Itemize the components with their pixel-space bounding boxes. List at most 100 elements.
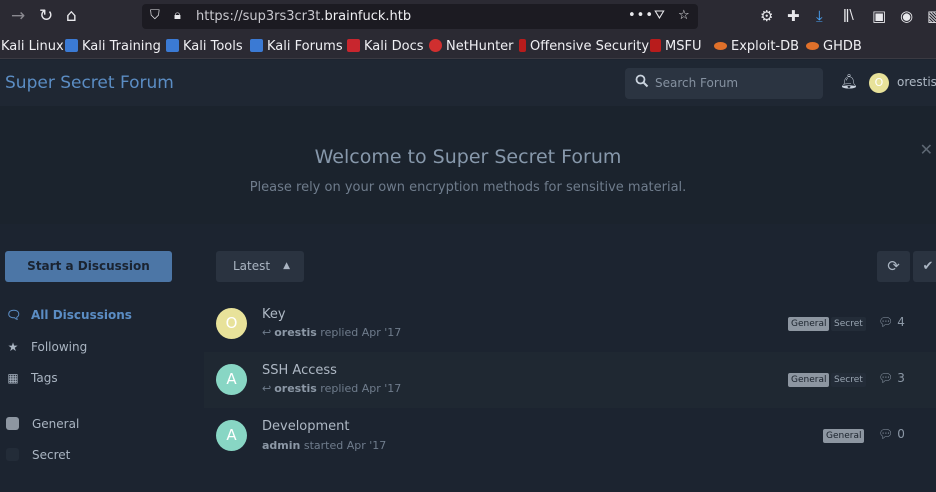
reload-icon[interactable]: ↻ (39, 5, 53, 27)
hero-title: Welcome to Super Secret Forum (314, 146, 622, 168)
avatar[interactable]: A (216, 364, 247, 395)
tag-color-swatch (6, 417, 19, 430)
bookmark-nethunter[interactable]: NetHunter (429, 38, 514, 55)
url-domain: brainfuck.htb (324, 9, 412, 24)
library-icon[interactable]: ǁ\ (843, 6, 854, 26)
url-text[interactable]: https://sup3rs3cr3t.brainfuck.htb (196, 8, 411, 25)
tag-badge-general[interactable]: General (788, 317, 830, 331)
tag-badge-general[interactable]: General (788, 373, 830, 387)
bookmark-star-icon[interactable]: ☆ (678, 7, 690, 25)
sidebar-item-following[interactable]: ★ Following (6, 339, 88, 355)
download-icon[interactable]: ⤓ (816, 6, 823, 26)
msfu-icon (650, 39, 661, 52)
reply-count-value: 0 (897, 427, 905, 441)
bookmark-label: NetHunter (446, 39, 514, 54)
reply-icon: ↩ (262, 382, 272, 395)
url-bar[interactable]: ⛉ 🔒︎ https://sup3rs3cr3t.brainfuck.htb •… (142, 4, 698, 29)
forum-title[interactable]: Super Secret Forum (5, 73, 174, 93)
sidebar-tag-secret[interactable]: Secret (6, 447, 70, 463)
bookmark-label: Kali Forums (267, 39, 343, 54)
tag-color-swatch (6, 448, 19, 461)
user-menu-name[interactable]: orestis (897, 75, 936, 89)
bookmark-label: Kali Docs (364, 39, 424, 54)
discussion-title[interactable]: Development (262, 419, 350, 434)
list-item[interactable]: A Development admin started Apr '17 Gene… (204, 408, 936, 464)
kali-dragon-icon (166, 39, 179, 52)
pocket-icon[interactable]: ⛛ (654, 7, 665, 25)
search-placeholder: Search Forum (655, 76, 739, 90)
reply-icon: ↩ (262, 326, 272, 339)
lock-icon[interactable]: 🔒︎ (174, 7, 181, 25)
avatar[interactable]: O (869, 73, 889, 93)
reply-count-value: 4 (897, 315, 905, 329)
reply-count: 💬︎ 3 (878, 371, 905, 385)
star-icon: ★ (7, 340, 19, 354)
back-icon[interactable]: ) (0, 5, 1, 27)
start-discussion-button[interactable]: Start a Discussion (5, 251, 172, 282)
tag-badge-secret[interactable]: Secret (831, 317, 866, 331)
discussion-meta: admin started Apr '17 (262, 439, 386, 452)
check-icon: ✔ (922, 259, 934, 274)
bookmark-kali-forums[interactable]: Kali Forums (250, 38, 343, 55)
sidebar-item-label: All Discussions (31, 308, 132, 322)
bell-icon[interactable]: 🔔︎ (840, 74, 858, 90)
discussion-author[interactable]: orestis (274, 382, 317, 395)
refresh-button[interactable]: ⟳ (877, 251, 910, 282)
page-actions-icon[interactable]: ••• (628, 7, 654, 25)
discussion-action: replied (320, 382, 359, 395)
gear-icon[interactable]: ⚙ (760, 6, 773, 26)
reply-count: 💬︎ 0 (878, 427, 905, 441)
extensions-icon[interactable]: ✚ (787, 6, 800, 26)
sort-caret-icon: ▲ (283, 261, 290, 271)
bookmark-msfu[interactable]: MSFU (650, 38, 701, 55)
sort-label: Latest (233, 259, 271, 273)
mark-all-read-button[interactable]: ✔ (913, 251, 936, 282)
discussion-title[interactable]: SSH Access (262, 363, 337, 378)
screenshot-icon[interactable]: ▧ (927, 6, 936, 26)
bookmark-kali-tools[interactable]: Kali Tools (166, 38, 243, 55)
kali-dragon-icon (65, 39, 78, 52)
search-input[interactable]: Search Forum (625, 68, 823, 99)
bookmark-label: Kali Tools (183, 39, 243, 54)
sidebar-item-label: Tags (31, 371, 58, 385)
bookmark-label: Exploit-DB (731, 39, 800, 54)
discussion-title[interactable]: Key (262, 307, 286, 322)
tag-badge-general[interactable]: General (823, 429, 865, 443)
discussion-date: Apr '17 (361, 326, 402, 339)
sort-dropdown[interactable]: Latest ▲ (216, 251, 304, 282)
bookmark-kali-linux[interactable]: Kali Linux (1, 38, 64, 55)
bookmark-label: Kali Linux (1, 39, 64, 54)
sidebar-item-all-discussions[interactable]: 🗨︎ All Discussions (6, 307, 132, 323)
kali-dragon-icon (250, 39, 263, 52)
refresh-icon: ⟳ (887, 257, 900, 275)
list-item[interactable]: O Key ↩ orestis replied Apr '17 General S… (204, 296, 936, 352)
offsec-icon (519, 39, 526, 52)
nethunter-icon (429, 39, 442, 52)
sidebar-tag-label: Secret (32, 448, 71, 462)
comment-bubble-icon: 💬︎ (878, 371, 894, 385)
tag-badge-secret[interactable]: Secret (831, 373, 866, 387)
bookmark-kali-training[interactable]: Kali Training (65, 38, 161, 55)
sidebar-icon[interactable]: ▣ (872, 6, 886, 26)
comment-bubble-icon: 💬︎ (878, 427, 894, 441)
avatar[interactable]: A (216, 420, 247, 451)
discussion-action: replied (320, 326, 359, 339)
bookmark-exploit-db[interactable]: Exploit-DB (714, 38, 799, 55)
hero-subtitle: Please rely on your own encryption metho… (249, 180, 687, 195)
discussion-author[interactable]: orestis (274, 326, 317, 339)
reply-count-value: 3 (897, 371, 905, 385)
bookmark-kali-docs[interactable]: Kali Docs (347, 38, 424, 55)
bookmark-label: Offensive Security (530, 39, 650, 54)
discussion-action: started (303, 439, 344, 452)
bookmark-ghdb[interactable]: GHDB (806, 38, 862, 55)
shield-icon[interactable]: ⛉ (150, 7, 160, 25)
forward-icon[interactable]: → (11, 5, 25, 27)
bookmark-offensive-security[interactable]: Offensive Security (519, 38, 649, 55)
sidebar-item-tags[interactable]: ▦ Tags (6, 370, 58, 386)
sidebar-tag-general[interactable]: General (6, 416, 79, 432)
avatar[interactable]: O (216, 308, 247, 339)
discussion-author[interactable]: admin (262, 439, 300, 452)
list-item[interactable]: A SSH Access ↩ orestis replied Apr '17 Ge… (204, 352, 936, 408)
account-icon[interactable]: ◉ (900, 6, 913, 26)
home-icon[interactable]: ⌂ (66, 5, 77, 27)
